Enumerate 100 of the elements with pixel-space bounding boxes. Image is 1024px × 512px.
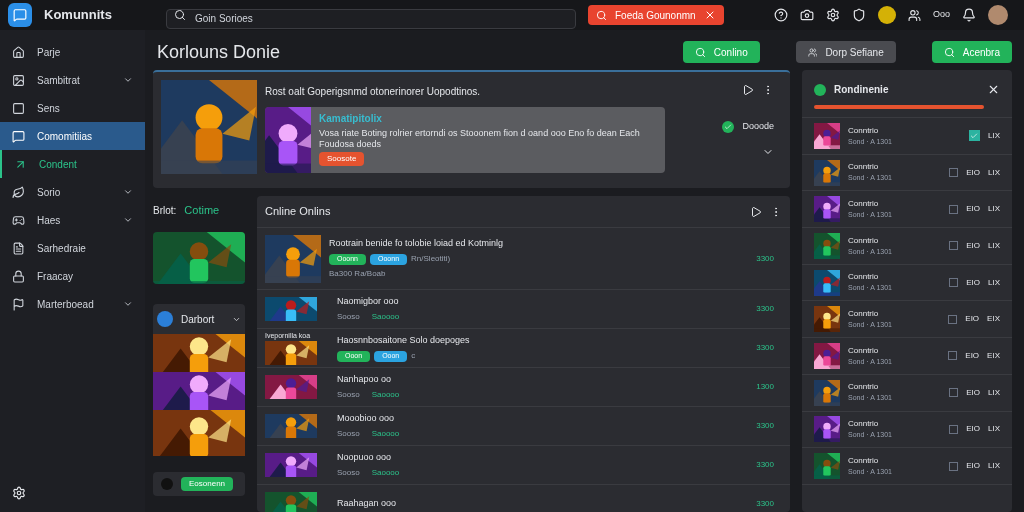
row-status: Saoooo — [371, 428, 400, 441]
sidebar-item[interactable]: Sorio — [0, 178, 145, 206]
side-row-tag: EIO — [966, 276, 980, 289]
item-description: Vosa riate Boting rolrier ertorndi os Stooonem fion d oand ooo Eno fo dean Each Foudosa doeds — [319, 128, 641, 150]
row-title: Naomigbor ooo — [337, 294, 400, 308]
page-title: Korlouns Donie — [156, 40, 282, 64]
row-title: Rootrain benide fo tolobie loiad ed Kotminlg — [329, 236, 505, 250]
sidebar-item[interactable]: Haes — [0, 206, 145, 234]
app-name: Komunnits — [44, 6, 113, 25]
app-logo[interactable] — [8, 3, 32, 27]
shield-icon[interactable] — [852, 8, 866, 22]
side-row-title: Conntrio — [848, 234, 880, 247]
row-title: Noopuoo ooo — [337, 450, 393, 464]
play-icon[interactable] — [750, 205, 762, 218]
side-panel-title: Rondinenie — [834, 83, 890, 97]
checkbox[interactable] — [949, 168, 959, 178]
side-row-value: LIX — [988, 460, 1000, 473]
filter-label: Brlot: — [153, 203, 177, 218]
side-row-title: Conntrio — [848, 161, 880, 174]
alert-chip[interactable]: Foeda Gounonmn — [588, 5, 724, 25]
checkbox[interactable] — [948, 314, 958, 324]
bell-icon[interactable] — [962, 8, 976, 22]
item-title: Kamatipitolix — [319, 112, 383, 126]
status-label: Dooode — [742, 120, 774, 133]
side-row-tag: EIO — [966, 203, 980, 216]
leaf-icon — [12, 185, 25, 199]
row-status: Saoooo — [371, 311, 400, 324]
checkbox[interactable] — [949, 278, 959, 288]
play-icon[interactable] — [742, 84, 754, 96]
search-icon — [596, 9, 607, 21]
sidebar-item[interactable]: Sarhedraie — [0, 234, 145, 262]
panel-title: Cnline Onlins — [265, 204, 332, 220]
featured-headline: Rost oalt Goperigsnmd otonerinorer Uopodtinos. — [265, 85, 482, 99]
side-row-title: Conntrio — [848, 197, 880, 210]
settings-icon[interactable] — [12, 486, 26, 500]
chevron-icon[interactable] — [123, 215, 133, 225]
side-row-title: Conntrio — [848, 418, 880, 431]
users-icon[interactable] — [908, 8, 921, 22]
side-row-value: LIX — [988, 239, 1000, 252]
sidebar-item[interactable]: Parje — [0, 38, 145, 66]
row-note: c — [411, 350, 416, 363]
lock-icon — [12, 269, 25, 283]
item-button[interactable]: Soosote — [319, 152, 365, 166]
toolbar-button[interactable]: Dorp Sefiane — [795, 41, 896, 63]
sidebar-item[interactable]: Sens — [0, 94, 145, 122]
sidebar-item[interactable]: Condent — [0, 150, 145, 178]
side-row-value: EIX — [987, 313, 1000, 326]
chevron-icon[interactable] — [123, 299, 133, 309]
home-icon — [12, 45, 25, 59]
row-value: 1300 — [756, 381, 775, 393]
sidebar-item[interactable]: Marterboead — [0, 290, 145, 318]
online-row[interactable]: Naomigbor ooo Sooso Saoooo 3300 — [257, 290, 790, 329]
checkbox[interactable] — [949, 424, 959, 434]
document-icon — [12, 241, 25, 255]
user-icon — [161, 478, 173, 490]
checkbox[interactable] — [949, 204, 959, 214]
row-title: Raahagan ooo — [337, 497, 398, 511]
sidebar-item[interactable]: Comomitiias — [0, 122, 145, 150]
side-row-tag: EIO — [966, 386, 980, 399]
side-row-title: Conntrio — [848, 454, 880, 467]
chevron-icon[interactable] — [123, 75, 133, 85]
filter-value: Cotime — [184, 202, 220, 218]
side-row-title: Conntrio — [848, 344, 880, 357]
checkbox[interactable] — [949, 241, 959, 251]
help-icon[interactable] — [774, 8, 788, 22]
chevron-icon[interactable] — [123, 187, 133, 197]
gamepad-icon — [12, 213, 25, 227]
checkbox[interactable] — [949, 388, 959, 398]
checkbox[interactable] — [949, 461, 959, 471]
row-status: Saoooo — [371, 467, 400, 480]
search-field[interactable]: Goin Sorioes — [166, 8, 576, 29]
sidebar-item[interactable]: Sambitrat — [0, 66, 145, 94]
search-icon — [694, 46, 706, 58]
side-row-value: LIX — [988, 276, 1000, 289]
row-value: 3300 — [756, 420, 775, 432]
users-icon — [807, 46, 818, 58]
avatar[interactable] — [988, 5, 1008, 25]
row-title: Haosnnbosaitone Solo doepoges — [337, 333, 471, 347]
side-row-title: Conntrio — [848, 381, 880, 394]
side-row-value: LIX — [988, 386, 1000, 399]
sidebar-item[interactable]: Fraacay — [0, 262, 145, 290]
online-row[interactable]: Mooobioo ooo Sooso Saoooo 3300 — [257, 407, 790, 446]
flag-icon — [12, 297, 25, 311]
settings-icon[interactable] — [826, 8, 840, 22]
online-row[interactable]: Noopuoo ooo Sooso Saoooo 3300 — [257, 446, 790, 485]
checkbox[interactable] — [948, 351, 958, 361]
online-row[interactable]: Raahagan ooo 3300 — [257, 485, 790, 512]
header-label: Ooo — [933, 8, 950, 22]
close-icon[interactable] — [987, 83, 1000, 96]
row-meta: Sooso — [337, 311, 360, 324]
online-row[interactable]: Nanhapoo oo Sooso Saoooo 1300 — [257, 368, 790, 407]
side-row-value: LIX — [988, 166, 1000, 179]
avatar[interactable] — [878, 6, 896, 24]
side-row-tag: EIO — [966, 423, 980, 436]
row-meta: Ba300 Ra/Boab — [329, 268, 386, 281]
row-value: 3300 — [756, 303, 775, 315]
row-title: Nanhapoo oo — [337, 372, 393, 386]
camera-icon[interactable] — [800, 8, 814, 22]
group-icon — [157, 311, 173, 327]
row-meta: Sooso — [337, 389, 360, 402]
